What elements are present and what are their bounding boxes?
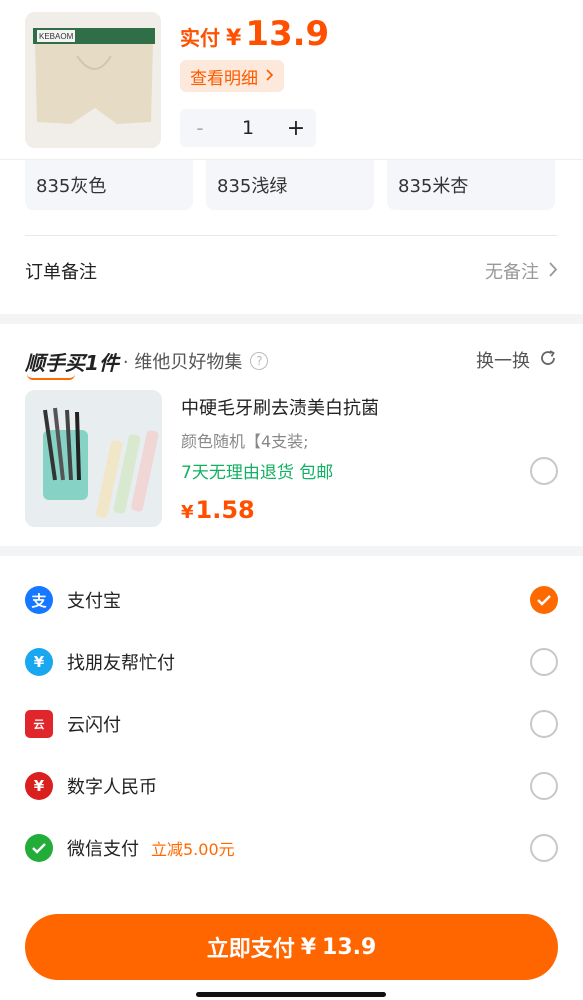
color-option-label: 835灰色 [36, 176, 107, 197]
order-remark-row[interactable]: 订单备注 无备注 [0, 238, 583, 304]
toothbrush-image [25, 390, 162, 527]
payment-option-ecny[interactable]: ¥ 数字人民币 [25, 766, 558, 806]
ecny-icon: ¥ [25, 772, 53, 800]
price-label: 实付 [180, 26, 220, 50]
payment-radio[interactable] [530, 834, 558, 862]
divider [25, 235, 558, 236]
unionpay-icon: 云 [25, 710, 53, 738]
decrease-button[interactable]: - [180, 116, 220, 140]
payment-label: 支付宝 [67, 591, 121, 612]
currency-symbol: ¥ [300, 934, 317, 960]
underwear-image: KEBAOM [25, 12, 161, 148]
section-gap [0, 546, 583, 556]
help-icon[interactable]: ? [250, 352, 269, 370]
currency-symbol: ¥ [181, 502, 194, 523]
pay-button-label: 立即支付 [206, 937, 295, 962]
refresh-label: 换一换 [476, 351, 530, 372]
refresh-button[interactable]: 换一换 [476, 347, 558, 373]
bundle-subtitle: · 维他贝好物集 [122, 352, 243, 373]
bundle-item-tags: 7天无理由退货 包邮 [181, 463, 334, 483]
refresh-icon [538, 348, 558, 373]
home-indicator[interactable] [196, 992, 386, 997]
payment-option-alipay[interactable]: 支 支付宝 [25, 580, 558, 620]
chevron-right-icon [549, 261, 558, 282]
payment-radio[interactable] [530, 772, 558, 800]
pay-now-button[interactable]: 立即支付 ¥ 13.9 [25, 914, 558, 980]
checkmark-icon [537, 595, 551, 606]
color-option-gray[interactable]: 835灰色 [25, 160, 193, 210]
bundle-select-radio[interactable] [530, 457, 558, 485]
bundle-item-spec: 颜色随机【4支装; [181, 432, 309, 451]
payment-radio[interactable] [530, 648, 558, 676]
actual-price: 实付 ¥ 13.9 [180, 14, 329, 54]
color-option-label: 835浅绿 [217, 176, 288, 197]
bundle-item-title: 中硬毛牙刷去渍美白抗菌 [181, 398, 379, 419]
payment-label: 数字人民币 [67, 777, 157, 798]
quantity-stepper: - 1 + [180, 109, 316, 147]
price-value: 13.9 [245, 14, 330, 54]
alipay-icon: 支 [25, 586, 53, 614]
remark-value-text: 无备注 [485, 262, 539, 283]
quantity-value[interactable]: 1 [220, 117, 276, 139]
product-thumbnail[interactable]: KEBAOM [25, 12, 161, 148]
color-option-beige[interactable]: 835米杏 [387, 160, 555, 210]
wechat-pay-icon [25, 834, 53, 862]
color-option-light-green[interactable]: 835浅绿 [206, 160, 374, 210]
color-option-label: 835米杏 [398, 176, 469, 197]
friend-pay-icon: ¥ [25, 648, 53, 676]
svg-text:KEBAOM: KEBAOM [39, 32, 74, 41]
section-gap [0, 314, 583, 324]
color-options: 835灰色 835浅绿 835米杏 [0, 160, 583, 215]
payment-option-friend-pay[interactable]: ¥ 找朋友帮忙付 [25, 642, 558, 682]
payment-option-wechat[interactable]: 微信支付 立减5.00元 [25, 828, 558, 868]
view-details-button[interactable]: 查看明细 [180, 60, 284, 92]
payment-label: 云闪付 [67, 715, 121, 736]
payment-promo: 立减5.00元 [151, 840, 235, 859]
bundle-title-text: 顺手买1件 [25, 350, 119, 375]
pay-button-amount: 13.9 [322, 934, 377, 960]
bundle-title: 顺手买1件 [25, 347, 119, 380]
payment-label: 找朋友帮忙付 [67, 653, 175, 674]
payment-label: 微信支付 [67, 839, 139, 860]
smile-underline-icon [27, 374, 75, 380]
bundle-header: 顺手买1件 · 维他贝好物集 ? 换一换 [25, 344, 558, 380]
bundle-price-value: 1.58 [195, 496, 255, 524]
order-remark-value: 无备注 [485, 258, 558, 284]
payment-option-unionpay[interactable]: 云 云闪付 [25, 704, 558, 744]
chevron-right-icon [266, 66, 274, 86]
bundle-product[interactable]: 中硬毛牙刷去渍美白抗菌 颜色随机【4支装; 7天无理由退货 包邮 ¥ 1.58 [25, 390, 558, 530]
order-remark-label: 订单备注 [25, 262, 97, 283]
product-header: KEBAOM 实付 ¥ 13.9 查看明细 - 1 + [0, 0, 583, 160]
payment-radio-checked[interactable] [530, 586, 558, 614]
view-details-label: 查看明细 [190, 68, 258, 89]
bundle-item-price: ¥ 1.58 [181, 496, 255, 524]
currency-symbol: ¥ [226, 26, 242, 51]
payment-radio[interactable] [530, 710, 558, 738]
increase-button[interactable]: + [276, 116, 316, 141]
